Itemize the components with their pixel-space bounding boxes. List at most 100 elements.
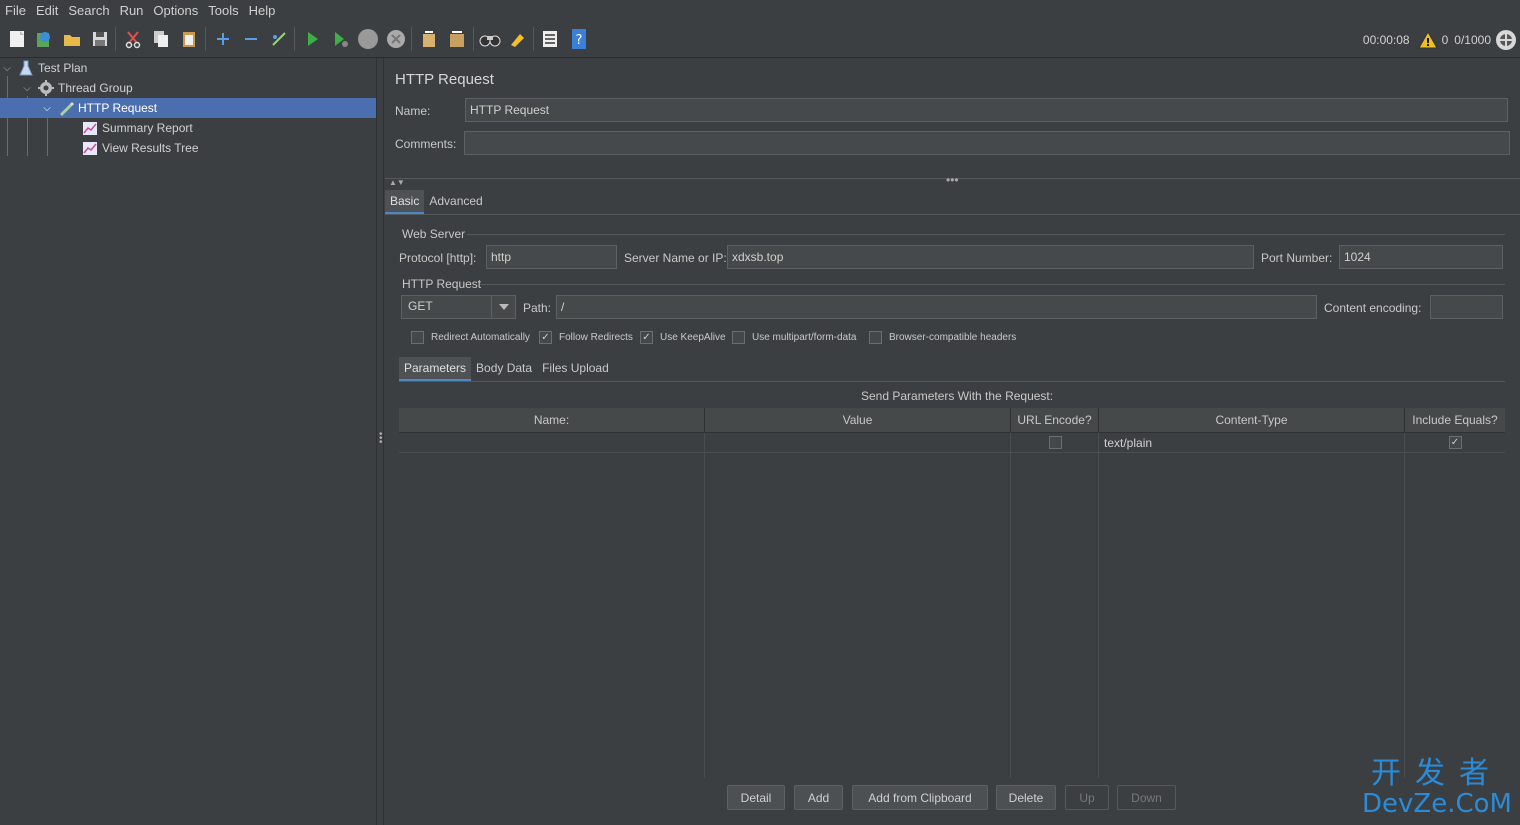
warning-icon[interactable]: ! [1417, 30, 1438, 49]
table-cell-name[interactable] [399, 433, 705, 453]
checkbox[interactable] [411, 331, 424, 344]
menu-file[interactable]: File [0, 0, 31, 21]
checkbox-browser-headers[interactable]: Browser-compatible headers [869, 331, 1026, 344]
path-label: Path: [523, 301, 552, 315]
add-from-clipboard-button[interactable]: Add from Clipboard [852, 785, 988, 810]
server-field[interactable]: xdxsb.top [727, 245, 1254, 269]
paste-icon[interactable] [177, 27, 201, 51]
tab-parameters[interactable]: Parameters [399, 357, 472, 381]
chevron-down-icon[interactable]: ⌵ [20, 83, 34, 94]
toggle-icon[interactable] [267, 27, 291, 51]
start-no-pauses-icon[interactable] [328, 27, 352, 51]
check-icon[interactable]: ✓ [539, 331, 552, 344]
checkbox-label: Use KeepAlive [660, 332, 726, 343]
drag-handle-icon[interactable]: ••• [379, 430, 383, 448]
reset-search-icon[interactable] [506, 27, 530, 51]
checkbox[interactable] [869, 331, 882, 344]
name-field[interactable]: HTTP Request [465, 98, 1508, 122]
elapsed-time: 00:00:08 [1362, 32, 1410, 47]
shutdown-icon[interactable] [384, 27, 408, 51]
toolbar-separator [205, 27, 206, 51]
table-caption: Send Parameters With the Request: [861, 389, 1054, 403]
up-button[interactable]: Up [1065, 785, 1109, 810]
method-select[interactable]: GET [401, 295, 516, 319]
checkbox-multipart[interactable]: Use multipart/form-data [732, 331, 866, 344]
open-icon[interactable] [60, 27, 84, 51]
menu-search[interactable]: Search [63, 0, 114, 21]
table-cell-include-equals[interactable]: ✓ [1405, 433, 1505, 453]
save-icon[interactable] [88, 27, 112, 51]
tree-item-thread-group[interactable]: ⌵ Thread Group [0, 78, 376, 98]
tab-basic[interactable]: Basic [385, 190, 425, 214]
help-icon[interactable]: ? [567, 27, 591, 51]
drag-handle-icon[interactable]: ••• [946, 173, 959, 187]
chevron-down-icon[interactable]: ⌵ [40, 103, 54, 114]
menu-edit[interactable]: Edit [31, 0, 63, 21]
page-title: HTTP Request [395, 71, 494, 88]
start-icon[interactable] [300, 27, 324, 51]
checkbox-use-keepalive[interactable]: ✓ Use KeepAlive [640, 331, 736, 344]
checkbox[interactable] [732, 331, 745, 344]
menu-options[interactable]: Options [148, 0, 203, 21]
tab-body-data[interactable]: Body Data [471, 357, 537, 381]
divider [467, 234, 1505, 235]
tree-item-test-plan[interactable]: ⌵ Test Plan [0, 58, 376, 78]
check-icon[interactable]: ✓ [1448, 436, 1462, 449]
checkbox-follow-redirects[interactable]: ✓ Follow Redirects [539, 331, 643, 344]
remote-icon[interactable] [1495, 29, 1517, 51]
expand-icon[interactable] [211, 27, 235, 51]
menu-run[interactable]: Run [115, 0, 149, 21]
cut-icon[interactable] [121, 27, 145, 51]
chevron-down-icon[interactable] [491, 296, 515, 318]
menu-tools[interactable]: Tools [203, 0, 243, 21]
column-header-name[interactable]: Name: [399, 408, 705, 433]
tree-item-label: Thread Group [58, 81, 133, 95]
checkbox[interactable] [1048, 436, 1062, 449]
down-button[interactable]: Down [1117, 785, 1176, 810]
templates-icon[interactable] [32, 27, 56, 51]
menu-help[interactable]: Help [244, 0, 281, 21]
protocol-field[interactable]: http [486, 245, 617, 269]
column-header-include-equals[interactable]: Include Equals? [1405, 408, 1505, 433]
svg-text:?: ? [576, 33, 583, 48]
stop-icon[interactable] [356, 27, 380, 51]
collapse-icon[interactable] [239, 27, 263, 51]
search-icon[interactable] [478, 27, 502, 51]
tab-files-upload[interactable]: Files Upload [537, 357, 614, 381]
delete-button[interactable]: Delete [996, 785, 1056, 810]
port-label: Port Number: [1261, 251, 1333, 265]
copy-icon[interactable] [149, 27, 173, 51]
chevron-down-icon[interactable]: ⌵ [0, 63, 14, 74]
table-cell-url-encode[interactable] [1011, 433, 1099, 453]
path-field[interactable]: / [556, 295, 1317, 319]
warning-count: 0 [1441, 32, 1449, 47]
add-button[interactable]: Add [794, 785, 843, 810]
table-cell-value[interactable] [705, 433, 1011, 453]
new-icon[interactable] [5, 27, 29, 51]
column-header-url-encode[interactable]: URL Encode? [1011, 408, 1099, 433]
clear-icon[interactable] [417, 27, 441, 51]
tree-item-http-request[interactable]: ⌵ HTTP Request [0, 98, 376, 118]
table-cell-content-type[interactable]: text/plain [1099, 433, 1405, 453]
function-helper-icon[interactable] [538, 27, 562, 51]
column-header-content-type[interactable]: Content-Type [1099, 408, 1405, 433]
column-divider [1010, 433, 1011, 778]
panel-splitter[interactable]: • • • [376, 58, 384, 825]
comments-field[interactable] [464, 131, 1510, 155]
check-icon[interactable]: ✓ [640, 331, 653, 344]
toolbar-separator [411, 27, 412, 51]
collapse-arrows-icon[interactable]: ▲▼ [389, 178, 405, 187]
toolbar: ? 00:00:08 ! 0 0/1000 [0, 21, 1520, 58]
detail-button[interactable]: Detail [727, 785, 785, 810]
tree-item-summary-report[interactable]: Summary Report [0, 118, 376, 138]
tree-item-label: HTTP Request [78, 101, 158, 115]
column-header-value[interactable]: Value [705, 408, 1011, 433]
port-field[interactable]: 1024 [1339, 245, 1503, 269]
tree-item-view-results-tree[interactable]: View Results Tree [0, 138, 376, 158]
checkbox-redirect-automatically[interactable]: Redirect Automatically [411, 331, 540, 344]
clear-all-icon[interactable] [445, 27, 469, 51]
tab-advanced[interactable]: Advanced [424, 190, 487, 214]
collapse-bar[interactable]: ▲▼ ••• [385, 173, 1520, 187]
divider [399, 381, 1505, 382]
encoding-field[interactable] [1430, 295, 1503, 319]
